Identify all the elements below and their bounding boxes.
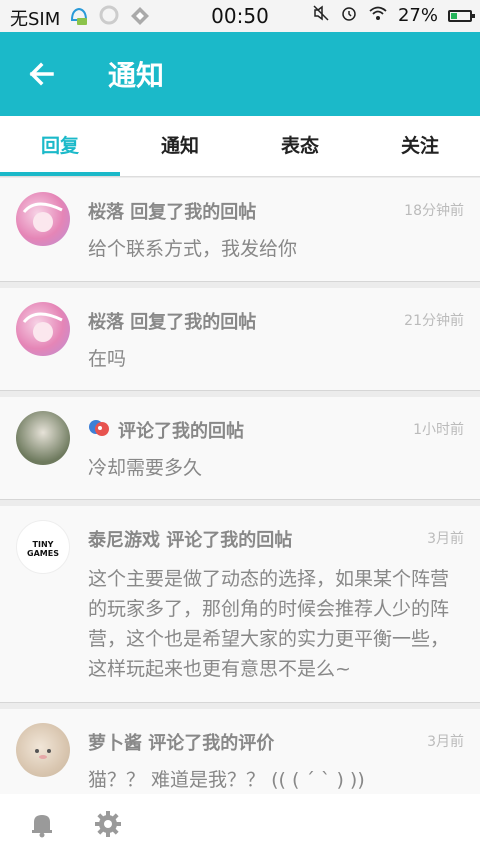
item-message: 给个联系方式，我发给你 <box>88 238 298 260</box>
list-item[interactable]: 桜落 回复了我的回帖 21分钟前 在吗 <box>0 288 480 391</box>
avatar[interactable] <box>16 411 70 465</box>
item-time: 3月前 <box>427 531 464 547</box>
list-item[interactable]: 萝卜酱 评论了我的评价 3月前 猫？？ 难道是我？？ (( ( ˊ ˋ ) )) <box>0 709 480 794</box>
avatar[interactable] <box>16 723 70 777</box>
item-title: 桜落 回复了我的回帖 <box>88 312 257 333</box>
list-item[interactable]: 桜落 回复了我的回帖 18分钟前 给个联系方式，我发给你 <box>0 178 480 282</box>
avatar[interactable] <box>16 192 70 246</box>
status-right: 27% <box>312 4 475 27</box>
list-item[interactable]: TINY GAMES 泰尼游戏 评论了我的回帖 3月前 这个主要是做了动态的选择… <box>0 506 480 703</box>
bell-icon[interactable] <box>28 810 56 838</box>
gear-icon[interactable] <box>94 810 122 838</box>
tab-bar: 回复 通知 表态 关注 <box>0 116 480 177</box>
item-time: 21分钟前 <box>404 313 464 329</box>
mask-emoji-icon <box>88 418 110 442</box>
back-arrow-icon[interactable] <box>26 58 58 90</box>
page-title: 通知 <box>108 59 165 92</box>
item-title: 萝卜酱 评论了我的评价 <box>88 733 275 754</box>
item-time: 1小时前 <box>413 422 464 438</box>
item-time: 18分钟前 <box>404 203 464 219</box>
item-message: 在吗 <box>88 348 127 370</box>
app-bar: 通知 <box>0 32 480 116</box>
avatar[interactable] <box>16 302 70 356</box>
tab-follows[interactable]: 关注 <box>360 116 480 176</box>
item-message: 猫？？ 难道是我？？ (( ( ˊ ˋ ) )) <box>88 769 365 791</box>
alarm-icon <box>340 4 358 27</box>
mute-icon <box>312 4 330 27</box>
battery-icon <box>448 9 475 22</box>
status-bar: 无SIM 00:50 27% <box>0 0 480 32</box>
battery-percent: 27% <box>397 5 438 26</box>
item-message: 这个主要是做了动态的选择，如果某个阵营的玩家多了，那创角的时候会推荐人少的阵营，… <box>88 568 450 680</box>
tab-notifications[interactable]: 通知 <box>120 116 240 176</box>
bottom-bar <box>0 794 480 854</box>
tab-replies[interactable]: 回复 <box>0 116 120 176</box>
list-item[interactable]: 评论了我的回帖 1小时前 冷却需要多久 <box>0 397 480 500</box>
item-title: 桜落 回复了我的回帖 <box>88 202 257 223</box>
tab-reactions[interactable]: 表态 <box>240 116 360 176</box>
item-message: 冷却需要多久 <box>88 457 203 479</box>
avatar[interactable]: TINY GAMES <box>16 520 70 574</box>
item-time: 3月前 <box>427 734 464 750</box>
notification-list: 桜落 回复了我的回帖 18分钟前 给个联系方式，我发给你 桜落 回复了我的回帖 … <box>0 178 480 794</box>
avatar-logo-text: TINY GAMES <box>27 540 59 558</box>
item-title: 泰尼游戏 评论了我的回帖 <box>88 530 293 551</box>
item-title: 评论了我的回帖 <box>118 421 244 442</box>
wifi-icon <box>368 4 388 27</box>
